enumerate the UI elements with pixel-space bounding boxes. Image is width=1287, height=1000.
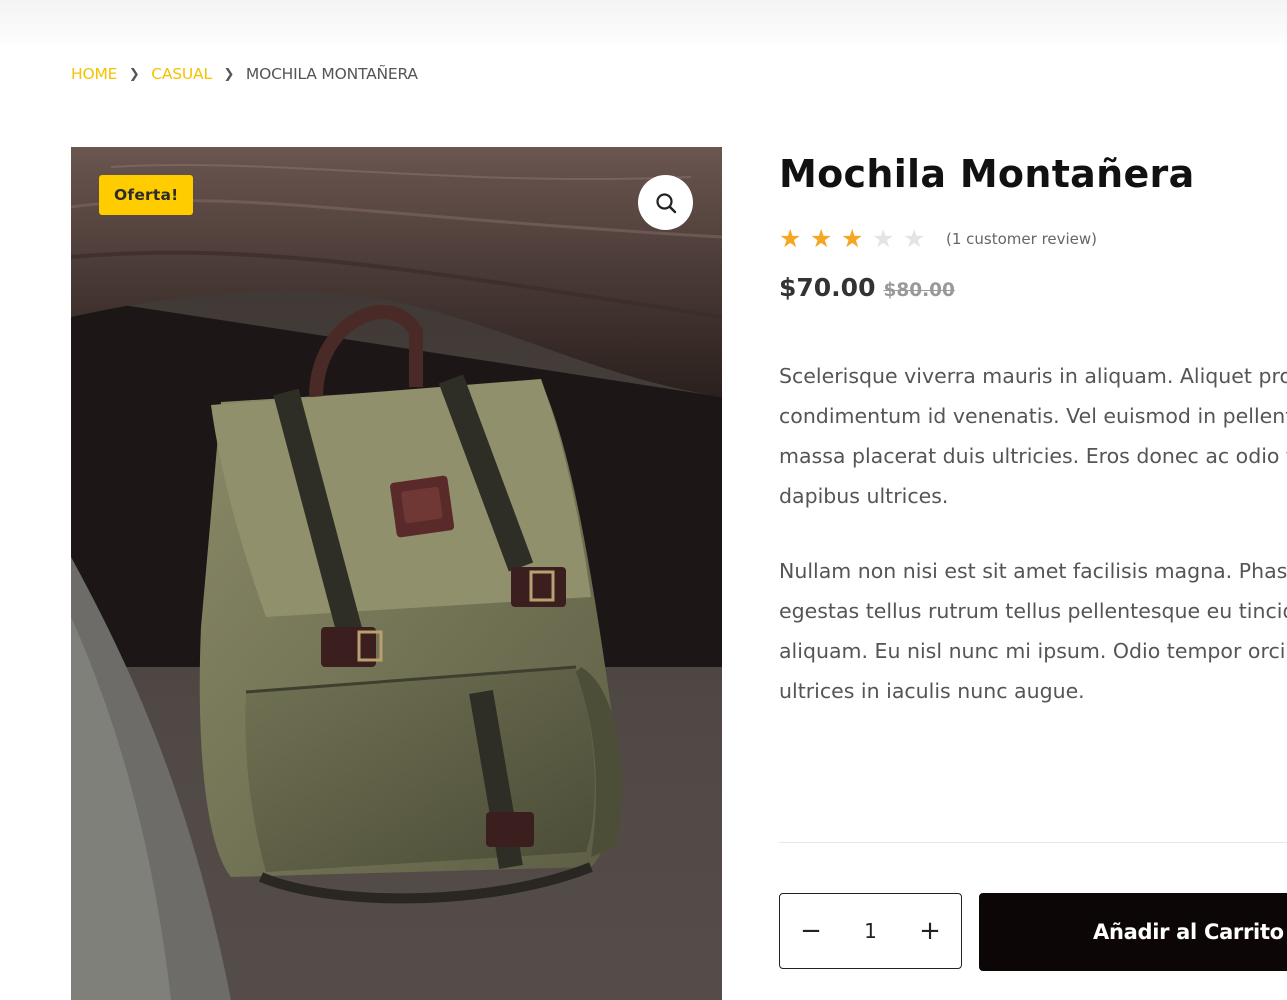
chevron-right-icon: ❯ bbox=[223, 66, 235, 82]
product-image[interactable]: Oferta! bbox=[71, 147, 722, 1000]
price-old: $80.00 bbox=[883, 280, 955, 301]
breadcrumb: Home ❯ Casual ❯ Mochila Montañera bbox=[71, 64, 418, 84]
chevron-right-icon: ❯ bbox=[128, 66, 140, 82]
breadcrumb-category-link[interactable]: Casual bbox=[151, 65, 212, 83]
product-description: Scelerisque viverra mauris in aliquam. A… bbox=[779, 356, 1287, 746]
quantity-input[interactable] bbox=[845, 919, 896, 943]
product-title: Mochila Montañera bbox=[779, 152, 1195, 196]
sale-badge: Oferta! bbox=[99, 175, 194, 215]
add-to-cart-button[interactable]: Añadir al Carrito bbox=[979, 893, 1287, 971]
breadcrumb-current: Mochila Montañera bbox=[245, 65, 418, 83]
price-current: $70.00 bbox=[779, 273, 876, 302]
star-icon: ★ bbox=[872, 224, 895, 253]
zoom-button[interactable] bbox=[638, 175, 693, 230]
quantity-stepper: − + bbox=[779, 893, 962, 969]
quantity-decrease-button[interactable]: − bbox=[780, 894, 842, 968]
backpack-photo bbox=[71, 147, 722, 1000]
top-header-bar bbox=[0, 0, 1287, 44]
description-paragraph: Scelerisque viverra mauris in aliquam. A… bbox=[779, 364, 1287, 508]
price: $70.00 $80.00 bbox=[779, 273, 955, 302]
breadcrumb-home-link[interactable]: Home bbox=[71, 65, 117, 83]
description-paragraph: Nullam non nisi est sit amet facilisis m… bbox=[779, 559, 1287, 703]
star-icon: ★ bbox=[841, 224, 864, 253]
divider bbox=[779, 842, 1287, 843]
star-rating: ★ ★ ★ ★ ★ (1 customer review) bbox=[779, 226, 1097, 251]
review-count-link[interactable]: (1 customer review) bbox=[946, 230, 1097, 248]
search-icon bbox=[655, 192, 676, 213]
star-icon: ★ bbox=[810, 224, 833, 253]
quantity-increase-button[interactable]: + bbox=[899, 894, 961, 968]
star-icon: ★ bbox=[779, 224, 802, 253]
star-icon: ★ bbox=[903, 224, 926, 253]
